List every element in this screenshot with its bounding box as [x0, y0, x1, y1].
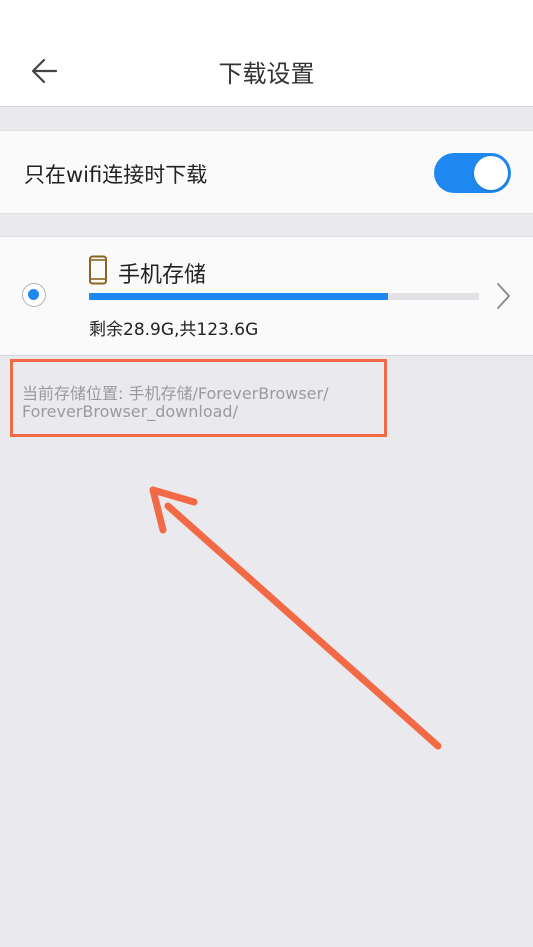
phone-icon — [89, 255, 107, 285]
storage-usage-bar — [89, 293, 479, 300]
storage-name: 手机存储 — [118, 263, 207, 288]
wifi-only-toggle[interactable] — [434, 153, 511, 193]
wifi-only-setting-row: 只在wifi连接时下载 — [0, 130, 533, 214]
storage-usage-text: 剩余28.9G,共123.6G — [89, 320, 259, 340]
toggle-knob — [474, 156, 508, 190]
wifi-only-label: 只在wifi连接时下载 — [24, 163, 208, 187]
radio-selected-dot — [28, 289, 39, 300]
storage-radio-button[interactable] — [22, 283, 46, 307]
app-header: 下载设置 — [0, 0, 533, 107]
current-location-text-continued: ForeverBrowser_download/ — [22, 402, 238, 421]
chevron-right-icon — [497, 283, 510, 309]
page-title: 下载设置 — [218, 60, 315, 88]
storage-option-row[interactable]: 手机存储 剩余28.9G,共123.6G — [0, 236, 533, 356]
current-location-text: 当前存储位置: 手机存储/ForeverBrowser/ — [22, 384, 329, 403]
storage-usage-fill — [89, 293, 388, 300]
